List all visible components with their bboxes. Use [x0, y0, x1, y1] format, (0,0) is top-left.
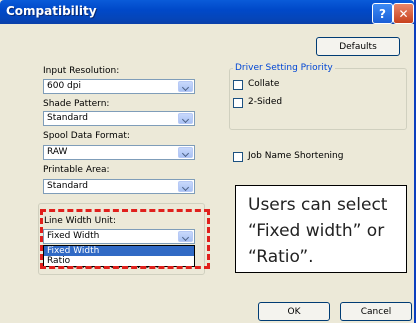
two-sided-label: 2-Sided	[248, 97, 283, 107]
chevron-down-icon[interactable]	[178, 147, 193, 158]
printable-area-select[interactable]: Standard	[43, 179, 195, 194]
collate-checkbox[interactable]	[233, 80, 243, 90]
job-name-shortening-label: Job Name Shortening	[248, 151, 344, 161]
spool-data-format-value: RAW	[47, 147, 68, 157]
printable-area-value: Standard	[47, 181, 88, 191]
shade-pattern-select[interactable]: Standard	[43, 111, 195, 126]
input-resolution-value: 600 dpi	[47, 81, 81, 91]
ok-button[interactable]: OK	[258, 302, 330, 321]
collate-label: Collate	[248, 79, 280, 89]
spool-data-format-label: Spool Data Format:	[43, 131, 130, 141]
input-resolution-label: Input Resolution:	[43, 66, 120, 76]
shade-pattern-value: Standard	[47, 113, 88, 123]
shade-pattern-label: Shade Pattern:	[43, 99, 110, 109]
close-icon: ✕	[398, 6, 409, 21]
spool-data-format-select[interactable]: RAW	[43, 145, 195, 160]
highlight-dashed-box	[40, 209, 210, 269]
help-icon: ?	[379, 6, 386, 21]
two-sided-checkbox[interactable]	[233, 98, 243, 108]
cancel-button[interactable]: Cancel	[340, 302, 412, 321]
window-title: Compatibility	[6, 4, 97, 18]
chevron-down-icon[interactable]	[178, 81, 193, 92]
input-resolution-select[interactable]: 600 dpi	[43, 79, 195, 94]
driver-setting-priority-title: Driver Setting Priority	[233, 63, 335, 73]
printable-area-label: Printable Area:	[43, 165, 110, 175]
defaults-button[interactable]: Defaults	[316, 37, 400, 56]
title-bar: Compatibility ? ✕	[0, 0, 414, 24]
job-name-shortening-checkbox[interactable]	[233, 152, 243, 162]
help-button[interactable]: ?	[372, 3, 393, 24]
callout-note: Users can select “Fixed width” or “Ratio…	[235, 185, 407, 273]
close-button[interactable]: ✕	[393, 3, 414, 24]
compatibility-dialog: Compatibility ? ✕ Defaults Input Resolut…	[0, 0, 416, 323]
chevron-down-icon[interactable]	[178, 181, 193, 192]
chevron-down-icon[interactable]	[178, 113, 193, 124]
